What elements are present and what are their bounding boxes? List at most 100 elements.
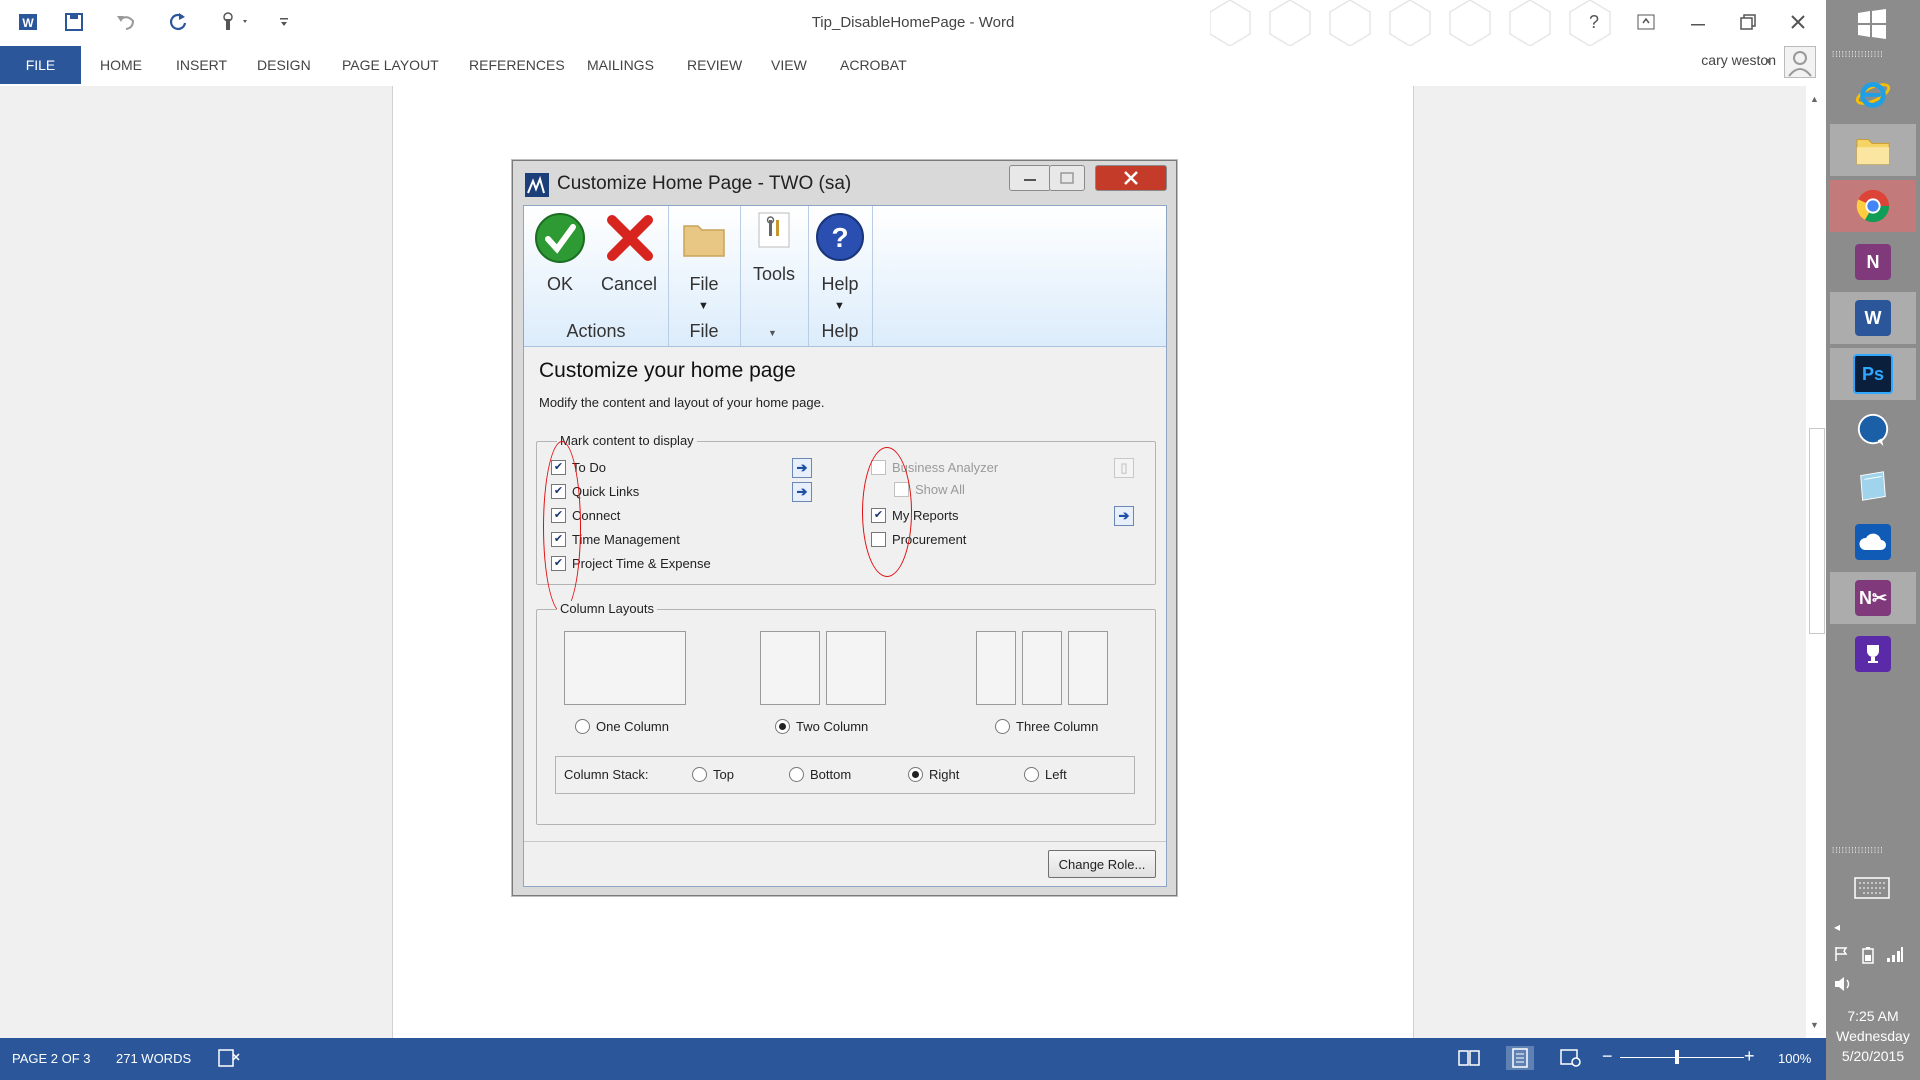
- three-column-preview-2[interactable]: [1022, 631, 1062, 705]
- action-center-flag-icon[interactable]: [1834, 946, 1850, 965]
- tab-review[interactable]: REVIEW: [687, 57, 742, 73]
- radio-button[interactable]: [575, 719, 590, 734]
- radio-button[interactable]: [995, 719, 1010, 734]
- tab-page-layout[interactable]: PAGE LAYOUT: [342, 57, 439, 73]
- taskbar-onenote[interactable]: N: [1830, 236, 1916, 288]
- read-mode-icon[interactable]: [1458, 1048, 1480, 1071]
- business-analyzer-label: Business Analyzer: [892, 459, 999, 475]
- file-label: File: [689, 274, 719, 294]
- quick-links-label: Quick Links: [572, 483, 640, 499]
- tab-mailings[interactable]: MAILINGS: [587, 57, 654, 73]
- two-column-radio[interactable]: Two Column: [775, 719, 868, 734]
- clock[interactable]: 7:25 AM Wednesday 5/20/2015: [1826, 1006, 1920, 1066]
- radio-button[interactable]: [789, 767, 804, 782]
- stack-bottom-label: Bottom: [810, 767, 852, 782]
- radio-button[interactable]: [1024, 767, 1039, 782]
- user-account[interactable]: cary weston ▾: [1640, 46, 1816, 86]
- file-dropdown-icon: ▼: [698, 300, 709, 312]
- taskbar-trophy-app[interactable]: [1830, 628, 1916, 680]
- word-count[interactable]: 271 WORDS: [116, 1051, 191, 1066]
- tools-group-launcher-icon[interactable]: ▼: [768, 328, 777, 338]
- my-reports-arrow-button[interactable]: ➔: [1114, 506, 1134, 526]
- close-icon[interactable]: [1778, 8, 1818, 36]
- zoom-in-icon[interactable]: +: [1744, 1046, 1755, 1067]
- tab-file[interactable]: FILE: [0, 46, 81, 84]
- help-label: Help: [821, 274, 859, 294]
- file-button[interactable]: File ▼: [676, 210, 732, 320]
- taskbar-messenger[interactable]: [1830, 404, 1916, 456]
- scroll-down-icon[interactable]: ▼: [1810, 1020, 1819, 1030]
- dialog-minimize-button[interactable]: [1009, 165, 1051, 191]
- scrollbar-thumb[interactable]: [1809, 428, 1825, 634]
- zoom-slider-thumb[interactable]: [1675, 1050, 1679, 1064]
- two-column-preview-left[interactable]: [760, 631, 820, 705]
- tab-references[interactable]: REFERENCES: [469, 57, 565, 73]
- one-column-radio[interactable]: One Column: [575, 719, 669, 734]
- chat-bubble-icon: [1855, 412, 1891, 448]
- photoshop-icon: Ps: [1853, 354, 1893, 394]
- dialog-maximize-button[interactable]: [1049, 165, 1085, 191]
- web-layout-icon[interactable]: [1560, 1048, 1582, 1071]
- help-icon[interactable]: ?: [1574, 8, 1614, 36]
- vertical-scrollbar[interactable]: ▲ ▼: [1806, 92, 1826, 1038]
- one-column-preview[interactable]: [564, 631, 686, 705]
- taskbar-onenote-clipper[interactable]: N✂: [1830, 572, 1916, 624]
- volume-icon[interactable]: [1834, 976, 1852, 995]
- zoom-level[interactable]: 100%: [1778, 1051, 1811, 1066]
- print-layout-icon[interactable]: [1506, 1046, 1534, 1070]
- business-analyzer-arrow-button[interactable]: ▯: [1114, 458, 1134, 478]
- show-hidden-icons[interactable]: ◂: [1834, 920, 1840, 934]
- windows-start-icon[interactable]: [1856, 8, 1888, 43]
- onenote-icon: N: [1855, 244, 1891, 280]
- reader-book-icon: [1855, 468, 1891, 504]
- ok-button[interactable]: OK: [534, 210, 586, 300]
- radio-button-selected[interactable]: [775, 719, 790, 734]
- stack-bottom-radio[interactable]: Bottom: [789, 767, 851, 782]
- tab-acrobat[interactable]: ACROBAT: [840, 57, 907, 73]
- touch-keyboard-icon[interactable]: [1854, 876, 1890, 903]
- change-role-button[interactable]: Change Role...: [1048, 850, 1156, 878]
- taskbar-file-explorer[interactable]: [1830, 124, 1916, 176]
- annotation-ellipse-right: [862, 447, 912, 577]
- three-column-preview-1[interactable]: [976, 631, 1016, 705]
- taskbar-photoshop[interactable]: Ps: [1830, 348, 1916, 400]
- dialog-close-button[interactable]: [1095, 165, 1167, 191]
- taskbar-reader[interactable]: [1830, 460, 1916, 512]
- radio-button[interactable]: [692, 767, 707, 782]
- todo-arrow-button[interactable]: ➔: [792, 458, 812, 478]
- taskbar-internet-explorer[interactable]: [1830, 68, 1916, 120]
- tab-design[interactable]: DESIGN: [257, 57, 311, 73]
- cancel-button[interactable]: Cancel: [596, 210, 662, 300]
- title-bar: W Tip_DisableHomePage - Word ?: [0, 0, 1826, 46]
- page-count[interactable]: PAGE 2 OF 3: [12, 1051, 91, 1066]
- network-signal-icon[interactable]: [1886, 946, 1904, 965]
- taskbar-chrome[interactable]: [1830, 180, 1916, 232]
- zoom-slider-track[interactable]: [1620, 1057, 1744, 1058]
- stack-right-radio[interactable]: Right: [908, 767, 959, 782]
- radio-button-selected[interactable]: [908, 767, 923, 782]
- ribbon-display-options-icon[interactable]: [1626, 8, 1666, 36]
- taskbar-onedrive[interactable]: [1830, 516, 1916, 568]
- tools-button[interactable]: Tools: [746, 210, 802, 300]
- tab-view[interactable]: VIEW: [771, 57, 807, 73]
- zoom-out-icon[interactable]: −: [1602, 1046, 1613, 1067]
- three-column-radio[interactable]: Three Column: [995, 719, 1098, 734]
- help-button[interactable]: ? Help ▼: [814, 210, 866, 320]
- stack-top-radio[interactable]: Top: [692, 767, 734, 782]
- minimize-icon[interactable]: [1678, 8, 1718, 36]
- column-layouts-group-title: Column Layouts: [557, 601, 657, 616]
- scroll-up-icon[interactable]: ▲: [1810, 94, 1819, 104]
- tab-insert[interactable]: INSERT: [176, 57, 227, 73]
- tab-home[interactable]: HOME: [100, 57, 142, 73]
- proofing-icon[interactable]: [218, 1048, 240, 1071]
- stack-left-radio[interactable]: Left: [1024, 767, 1067, 782]
- help-dropdown-icon: ▼: [834, 300, 845, 312]
- three-column-preview-3[interactable]: [1068, 631, 1108, 705]
- battery-icon[interactable]: [1860, 946, 1876, 967]
- taskbar-word[interactable]: W: [1830, 292, 1916, 344]
- quick-links-arrow-button[interactable]: ➔: [792, 482, 812, 502]
- help-glyph: ?: [1588, 11, 1599, 32]
- two-column-preview-right[interactable]: [826, 631, 886, 705]
- restore-icon[interactable]: [1728, 8, 1768, 36]
- cancel-label: Cancel: [600, 274, 658, 294]
